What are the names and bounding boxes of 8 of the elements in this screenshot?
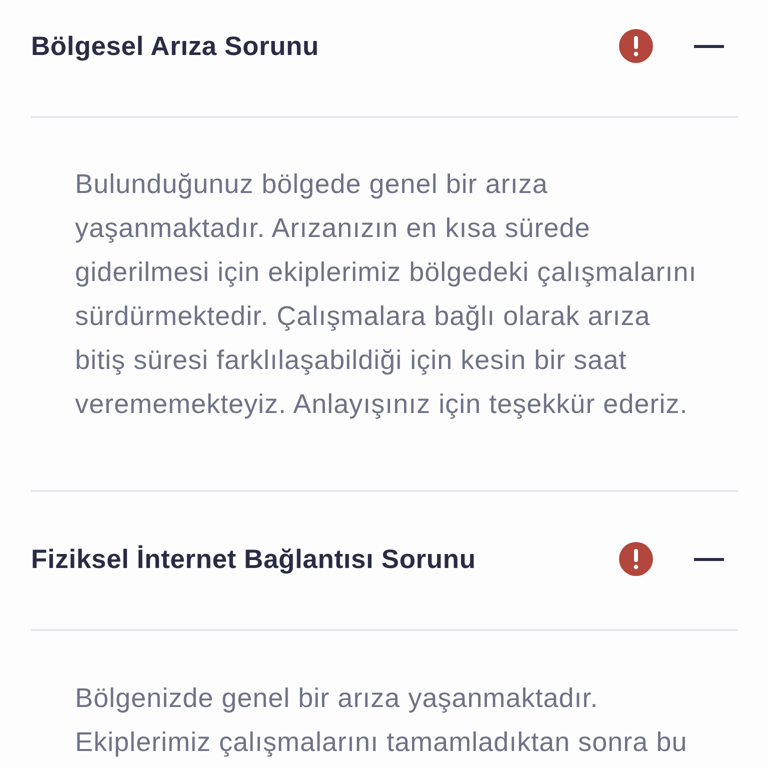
description-text: Bölgenizde genel bir arıza yaşanmaktadır. Ekiplerimiz çalışmalarını tamamladıktan sonra bu <box>75 682 688 759</box>
exclamation-circle-icon <box>619 29 653 63</box>
section-title: Fiziksel İnternet Bağlantısı Sorunu <box>31 544 477 574</box>
minus-icon <box>694 558 724 560</box>
section-title: Bölgesel Arıza Sorunu <box>31 30 320 62</box>
description-text: Bulunduğunuz bölgede genel bir arıza yaşanmaktadır. Arızanızın en kısa sürede giderilmesi için ekiplerimiz bölgedeki çalışmalarını sürdürmektedir. Çalışmalara bağlı olarak arıza bitiş süresi farklılaşabildiği için kesin bir saat verememekteyiz. Anlayışınız için teşekkür ederiz. <box>75 168 698 421</box>
minus-icon <box>694 44 724 48</box>
exclamation-circle-icon <box>619 542 653 576</box>
